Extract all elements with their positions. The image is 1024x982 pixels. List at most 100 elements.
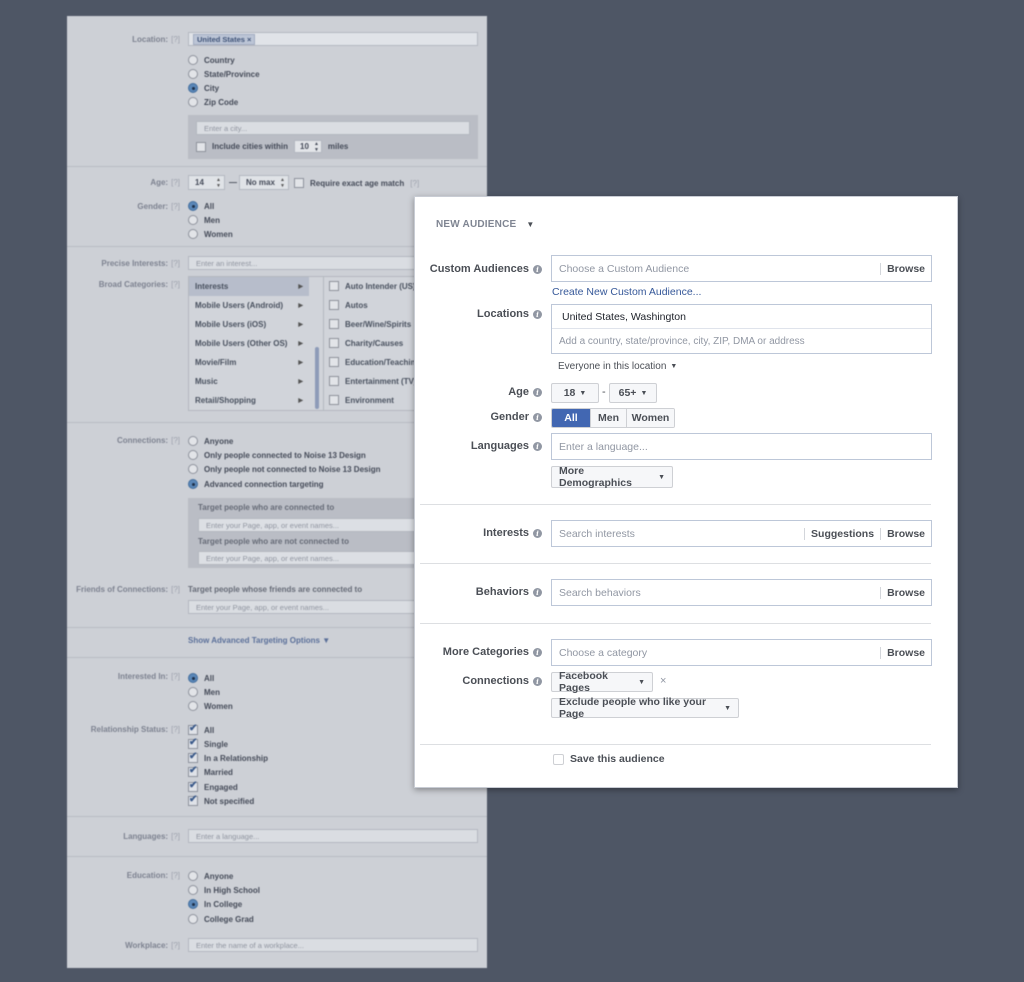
stepper-arrows-icon[interactable]: ▲ ▼ <box>314 141 319 153</box>
checkbox-checked-icon[interactable] <box>188 723 198 735</box>
checkbox-icon[interactable] <box>329 338 339 348</box>
checkbox-checked-icon[interactable] <box>188 765 198 777</box>
category-item[interactable]: Music ▶ <box>189 372 309 391</box>
relationship-option[interactable]: Not specified <box>188 794 254 806</box>
radio-icon[interactable] <box>188 229 198 239</box>
info-icon[interactable]: i <box>533 676 542 686</box>
interested-option-women[interactable]: Women <box>188 701 233 711</box>
interests-input[interactable]: Search interests Suggestions Browse <box>551 520 932 547</box>
info-icon[interactable]: i <box>533 264 542 274</box>
radio-icon[interactable] <box>188 55 198 65</box>
exact-age-checkbox[interactable] <box>294 178 304 188</box>
age-min-stepper[interactable]: 14 ▲ ▼ <box>188 175 225 190</box>
info-icon[interactable]: i <box>533 528 542 538</box>
save-audience-row[interactable]: Save this audience <box>553 753 665 765</box>
education-option[interactable]: In High School <box>188 885 260 895</box>
exact-age-row[interactable]: Require exact age match [?] <box>294 178 419 188</box>
checkbox-checked-icon[interactable] <box>188 751 198 763</box>
checkbox-icon[interactable] <box>329 319 339 329</box>
subcategory-item[interactable]: Environment <box>329 395 394 405</box>
gender-option-men[interactable]: Men <box>188 215 220 225</box>
checkbox-checked-icon[interactable] <box>188 737 198 749</box>
radio-selected-icon[interactable] <box>188 83 198 93</box>
radio-icon[interactable] <box>188 871 198 881</box>
gender-option-women[interactable]: Women <box>188 229 233 239</box>
location-scope-dropdown[interactable]: Everyone in this location ▼ <box>558 361 677 372</box>
connection-rule-dropdown[interactable]: Exclude people who like your Page ▼ <box>551 696 739 720</box>
radio-icon[interactable] <box>188 436 198 446</box>
category-item[interactable]: Mobile Users (iOS) ▶ <box>189 315 309 334</box>
audience-dropdown[interactable]: NEW AUDIENCE ▼ <box>436 219 535 230</box>
subcategory-item[interactable]: Entertainment (TV) <box>329 376 417 386</box>
radio-selected-icon[interactable] <box>188 899 198 909</box>
radio-icon[interactable] <box>188 97 198 107</box>
gender-men-button[interactable]: Men <box>590 409 626 427</box>
browse-button[interactable]: Browse <box>880 586 931 599</box>
remove-tag-icon[interactable]: × <box>247 35 251 44</box>
info-icon[interactable]: i <box>533 647 542 657</box>
location-option-country[interactable]: Country <box>188 55 235 65</box>
info-icon[interactable]: i <box>533 441 542 451</box>
location-option-state[interactable]: State/Province <box>188 69 260 79</box>
checkbox-icon[interactable] <box>329 357 339 367</box>
category-item[interactable]: Mobile Users (Android) ▶ <box>189 296 309 315</box>
browse-button[interactable]: Browse <box>880 646 931 659</box>
more-demographics-dropdown[interactable]: More Demographics ▼ <box>551 465 673 489</box>
custom-audience-input[interactable]: Choose a Custom Audience Browse <box>551 255 932 282</box>
education-option[interactable]: College Grad <box>188 914 254 924</box>
subcategory-item[interactable]: Education/Teaching <box>329 357 420 367</box>
info-icon[interactable]: i <box>533 412 542 422</box>
checkbox-icon[interactable] <box>329 281 339 291</box>
remove-connection-icon[interactable]: × <box>660 675 666 687</box>
radio-icon[interactable] <box>188 687 198 697</box>
languages-input[interactable]: Enter a language... <box>551 433 932 460</box>
city-input[interactable]: Enter a city... <box>196 121 470 135</box>
relationship-option[interactable]: All <box>188 723 214 735</box>
subcategory-item[interactable]: Auto Intender (US) <box>329 281 416 291</box>
relationship-option[interactable]: Single <box>188 737 228 749</box>
connections-option-advanced[interactable]: Advanced connection targeting <box>188 479 324 489</box>
radius-stepper[interactable]: 10 ▲ ▼ <box>294 140 322 153</box>
location-option-city[interactable]: City <box>188 83 219 93</box>
radio-icon[interactable] <box>188 914 198 924</box>
info-icon[interactable]: i <box>533 387 542 397</box>
location-input[interactable]: Add a country, state/province, city, ZIP… <box>552 329 931 353</box>
radio-icon[interactable] <box>188 885 198 895</box>
age-max-stepper[interactable]: No max ▲ ▼ <box>239 175 289 190</box>
include-cities-checkbox[interactable] <box>196 141 206 152</box>
radio-icon[interactable] <box>188 464 198 474</box>
subcategory-item[interactable]: Autos <box>329 300 368 310</box>
relationship-option[interactable]: In a Relationship <box>188 751 268 763</box>
browse-button[interactable]: Browse <box>880 527 931 540</box>
radio-selected-icon[interactable] <box>188 673 198 683</box>
connections-option-not-connected[interactable]: Only people not connected to Noise 13 De… <box>188 464 380 474</box>
radio-selected-icon[interactable] <box>188 201 198 211</box>
radio-icon[interactable] <box>188 450 198 460</box>
save-audience-checkbox[interactable] <box>553 753 564 765</box>
create-custom-audience-link[interactable]: Create New Custom Audience... <box>552 286 701 298</box>
gender-women-button[interactable]: Women <box>626 409 674 427</box>
subcategory-item[interactable]: Charity/Causes <box>329 338 403 348</box>
show-advanced-targeting-link[interactable]: Show Advanced Targeting Options ▼ <box>188 636 330 645</box>
category-item[interactable]: Retail/Shopping ▶ <box>189 391 309 410</box>
gender-all-button[interactable]: All <box>552 409 590 427</box>
connections-option-anyone[interactable]: Anyone <box>188 436 233 446</box>
checkbox-checked-icon[interactable] <box>188 794 198 806</box>
connections-option-connected[interactable]: Only people connected to Noise 13 Design <box>188 450 366 460</box>
checkbox-checked-icon[interactable] <box>188 780 198 792</box>
subcategory-item[interactable]: Beer/Wine/Spirits <box>329 319 411 329</box>
education-option[interactable]: In College <box>188 899 242 909</box>
education-option[interactable]: Anyone <box>188 871 233 881</box>
category-item[interactable]: Movie/Film ▶ <box>189 353 309 372</box>
more-categories-input[interactable]: Choose a category Browse <box>551 639 932 666</box>
location-input[interactable]: United States × <box>188 32 478 46</box>
radio-selected-icon[interactable] <box>188 479 198 489</box>
age-max-dropdown[interactable]: 65+ ▼ <box>609 383 657 403</box>
workplace-input[interactable]: Enter the name of a workplace... <box>188 938 478 952</box>
age-min-dropdown[interactable]: 18 ▼ <box>551 383 599 403</box>
radio-icon[interactable] <box>188 701 198 711</box>
connection-type-dropdown[interactable]: Facebook Pages ▼ <box>551 670 653 694</box>
relationship-option[interactable]: Engaged <box>188 780 238 792</box>
radio-icon[interactable] <box>188 69 198 79</box>
category-scrollbar[interactable] <box>315 347 319 409</box>
